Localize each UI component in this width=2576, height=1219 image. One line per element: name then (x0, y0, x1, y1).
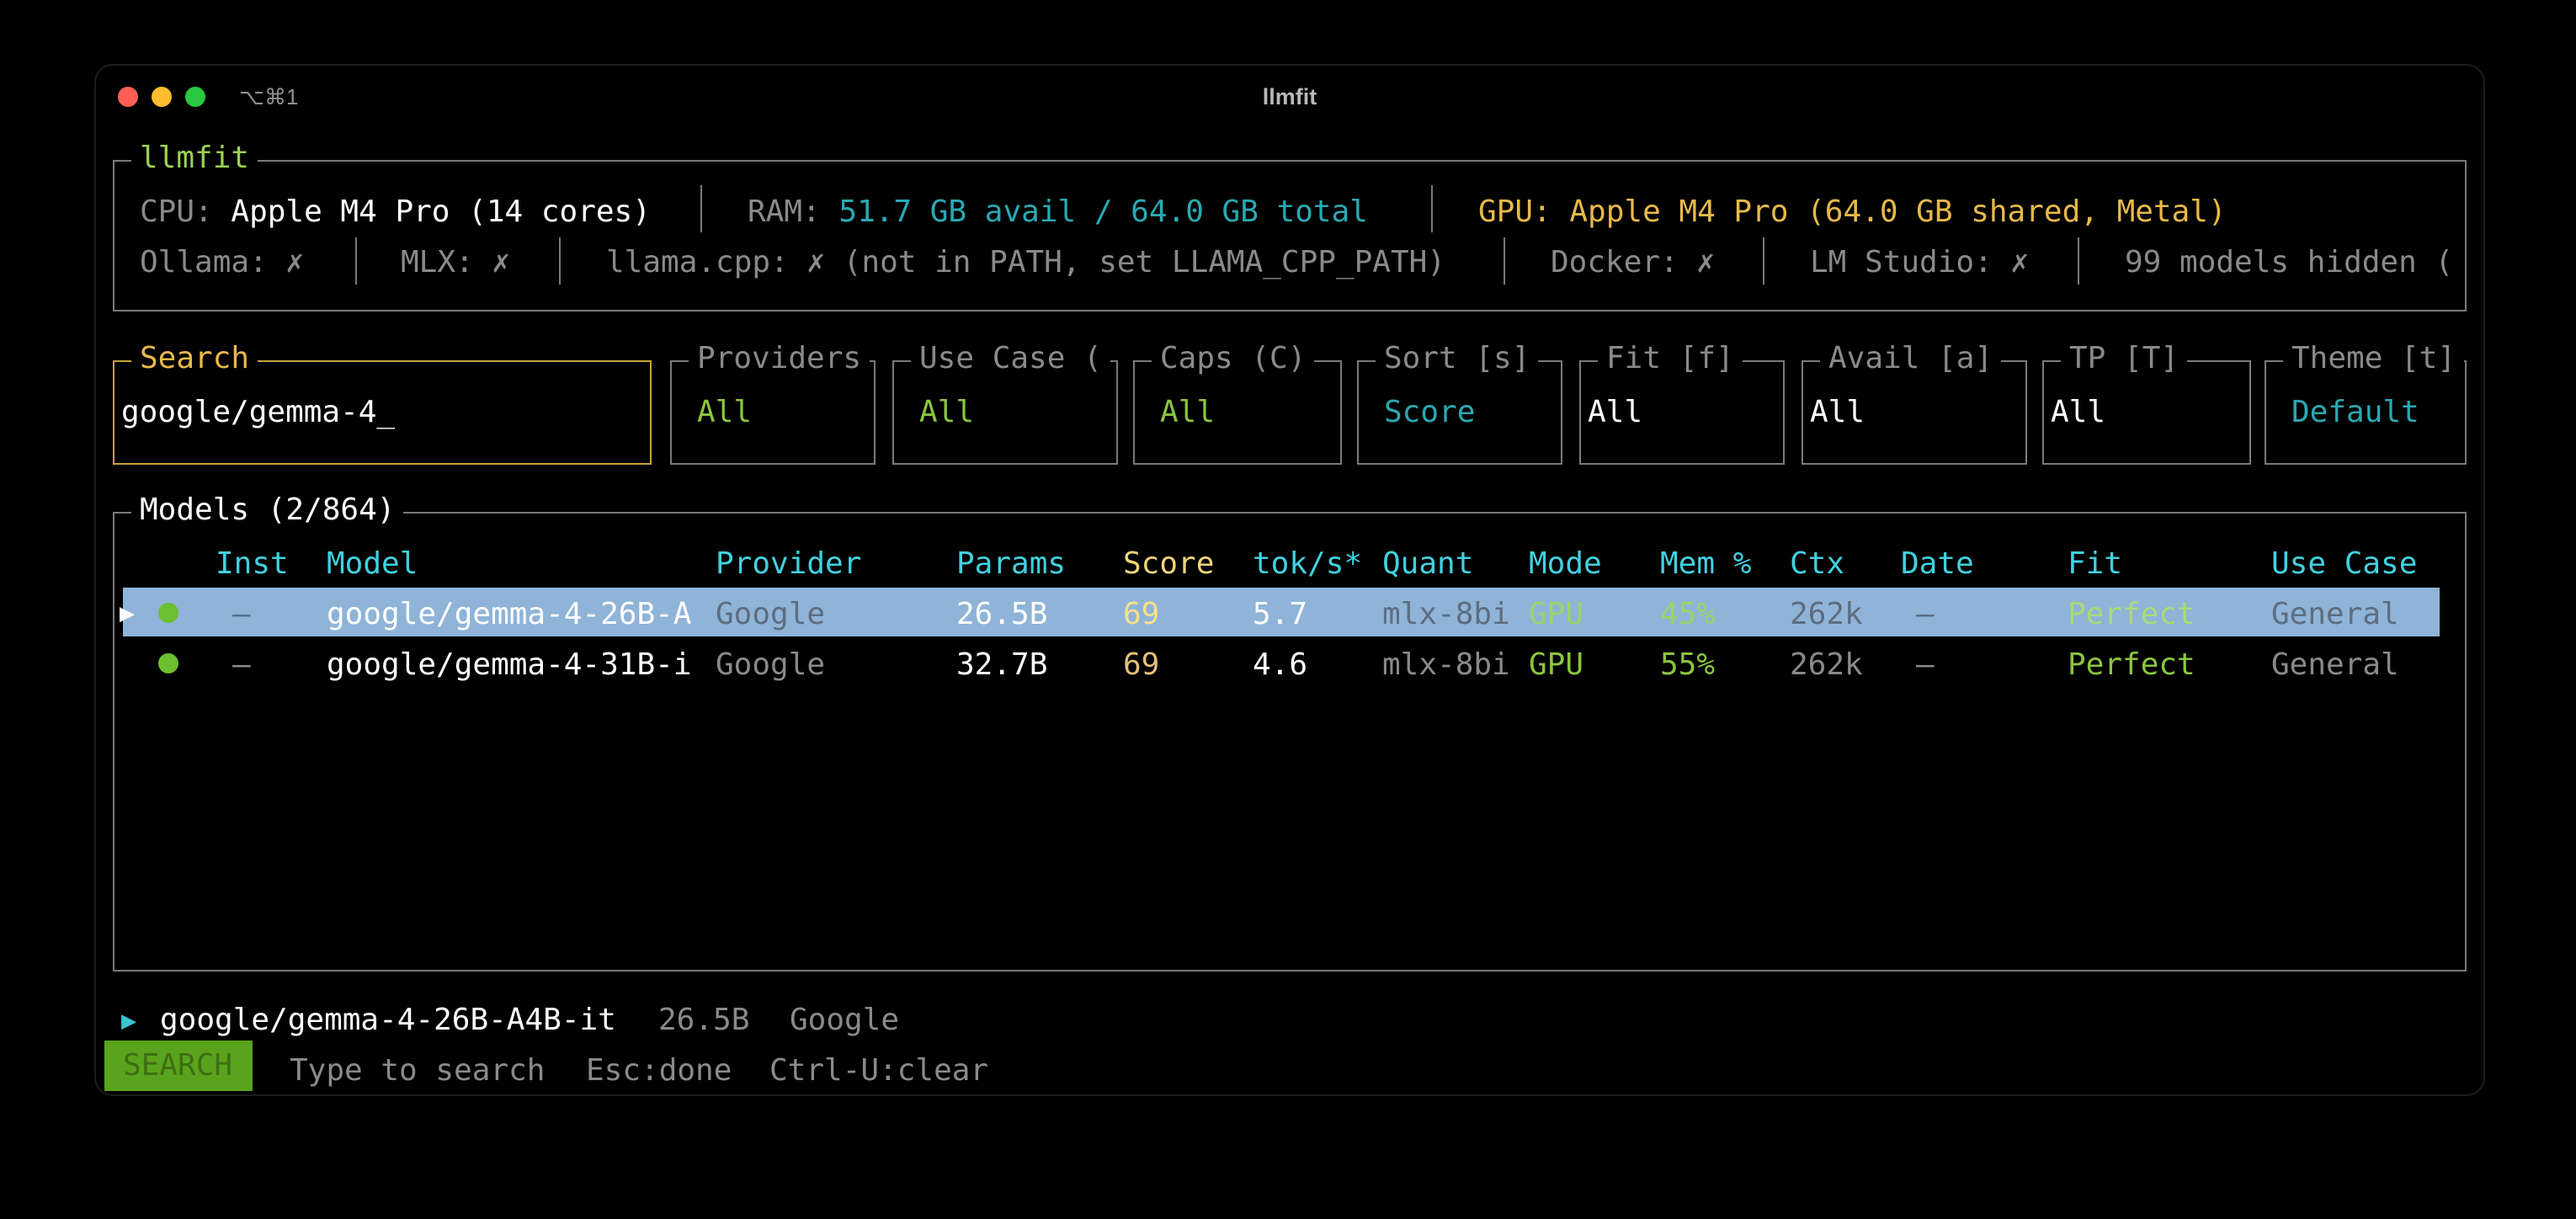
hint-esc-done: Esc:done (586, 1053, 732, 1088)
cell-provider: Google (716, 647, 826, 682)
filter-sort-label: Sort [s] (1376, 343, 1539, 374)
col-header-mode[interactable]: Mode (1529, 549, 1602, 579)
cell-params: 26.5B (956, 597, 1048, 631)
col-header-toks[interactable]: tok/s* (1253, 549, 1362, 579)
col-header-ctx[interactable]: Ctx (1790, 549, 1844, 579)
cell-fit: Perfect (2068, 647, 2195, 682)
filter-fit-value: All (1588, 395, 1643, 429)
cpu-label: CPU: (140, 194, 213, 229)
filter-providers[interactable]: Providers All (670, 343, 876, 465)
cell-toks: 4.6 (1253, 647, 1308, 682)
cell-mem: 45% (1660, 597, 1716, 631)
ram-value: 51.7 GB avail / 64.0 GB total (838, 194, 1368, 229)
cell-fit: Perfect (2068, 597, 2195, 631)
cell-score: 69 (1123, 597, 1160, 631)
cell-score: 69 (1123, 647, 1160, 682)
filter-tp[interactable]: TP [T] All (2042, 343, 2251, 465)
ram-label: RAM: (748, 194, 821, 229)
cell-provider: Google (716, 597, 826, 631)
col-header-provider[interactable]: Provider (716, 549, 861, 579)
filter-avail[interactable]: Avail [a] All (1802, 343, 2027, 465)
cell-use-case: General (2271, 597, 2399, 631)
cpu-info: CPU: Apple M4 Pro (14 cores) (140, 197, 651, 227)
filter-caps[interactable]: Caps (C) All (1133, 343, 1342, 465)
col-header-fit[interactable]: Fit (2068, 549, 2122, 579)
backend-ollama: Ollama: ✗ (140, 245, 305, 279)
cell-params: 32.7B (956, 647, 1048, 682)
row-pointer-icon: ▶ (120, 599, 136, 628)
filter-fit[interactable]: Fit [f] All (1579, 343, 1785, 465)
cell-model: google/gemma-4-26B-A (327, 597, 692, 631)
cell-model[interactable]: google/gemma-4-31B-i (327, 650, 691, 680)
col-header-model[interactable]: Model (327, 549, 418, 579)
col-header-score[interactable]: Score (1123, 549, 1214, 579)
filter-use-case[interactable]: Use Case ( All (892, 343, 1118, 465)
cell-mode: GPU (1529, 647, 1584, 682)
status-dot-icon (158, 653, 178, 673)
hidden-models-count: 99 models hidden ( (2125, 245, 2454, 279)
cell-use-case: General (2271, 647, 2399, 682)
window-title: llmfit (1262, 84, 1317, 109)
backend-lmstudio: LM Studio: ✗ (1810, 245, 2030, 279)
filter-theme-label: Theme [t] (2283, 343, 2465, 374)
hint-type-to-search: Type to search (290, 1053, 546, 1088)
backend-llamacpp: llama.cpp: ✗ (not in PATH, set LLAMA_CPP… (606, 245, 1445, 279)
col-header-mem[interactable]: Mem % (1660, 549, 1751, 579)
filter-theme-value: Default (2291, 395, 2419, 429)
filter-caps-value: All (1160, 395, 1216, 429)
gpu-info: GPU: Apple M4 Pro (64.0 GB shared, Metal… (1478, 194, 2227, 229)
cpu-value: Apple M4 Pro (14 cores) (231, 194, 651, 229)
filter-fit-label: Fit [f] (1598, 343, 1743, 374)
cell-toks: 5.7 (1253, 597, 1308, 631)
filter-caps-label: Caps (C) (1152, 343, 1315, 374)
backend-mlx: MLX: ✗ (401, 245, 511, 279)
col-header-use-case[interactable]: Use Case (2271, 549, 2417, 579)
mode-badge: SEARCH (104, 1041, 253, 1091)
backend-docker: Docker: ✗ (1551, 245, 1716, 279)
search-input[interactable]: google/gemma-4_ (121, 397, 395, 428)
filter-sort[interactable]: Sort [s] Score (1357, 343, 1562, 465)
cell-date: – (1916, 597, 1935, 631)
col-header-date[interactable]: Date (1901, 549, 1974, 579)
filter-tp-label: TP [T] (2061, 343, 2188, 374)
cell-quant: mlx-8bi (1382, 597, 1510, 631)
cell-mode: GPU (1529, 597, 1584, 631)
filter-avail-label: Avail [a] (1820, 343, 2002, 374)
detail-params: 26.5B (658, 1003, 750, 1037)
status-dot-icon (158, 603, 178, 623)
cell-date: – (1916, 647, 1935, 682)
cell-mem: 55% (1660, 647, 1716, 682)
filter-providers-label: Providers (689, 343, 870, 374)
hint-ctrl-u-clear: Ctrl-U:clear (769, 1053, 989, 1088)
mode-badge-label: SEARCH (123, 1048, 233, 1083)
filter-theme[interactable]: Theme [t] Default (2265, 343, 2467, 465)
col-header-inst[interactable]: Inst (216, 549, 289, 579)
col-header-quant[interactable]: Quant (1382, 549, 1473, 579)
system-panel-title: llmfit (131, 143, 258, 173)
models-panel-title: Models (2/864) (131, 495, 404, 525)
ram-info: RAM: 51.7 GB avail / 64.0 GB total (748, 197, 1368, 227)
filter-use-case-value: All (919, 395, 975, 429)
filter-providers-value: All (697, 395, 753, 429)
cell-ctx: 262k (1790, 597, 1863, 631)
filter-avail-value: All (1810, 395, 1865, 429)
models-panel: Models (2/864) Inst Model Provider Param… (113, 495, 2467, 971)
filter-tp-value: All (2051, 395, 2106, 429)
detail-model-name: google/gemma-4-26B-A4B-it (160, 1003, 616, 1037)
filter-sort-value: Score (1384, 395, 1476, 429)
cell-inst: – (232, 647, 251, 682)
cell-ctx: 262k (1790, 647, 1863, 682)
col-header-params[interactable]: Params (956, 549, 1066, 579)
search-box[interactable]: Search google/gemma-4_ (113, 343, 652, 465)
cell-quant: mlx-8bi (1382, 647, 1510, 682)
cell-inst: – (232, 597, 251, 631)
filter-use-case-label: Use Case ( (911, 343, 1110, 374)
search-label: Search (131, 343, 258, 374)
system-panel: llmfit CPU: Apple M4 Pro (14 cores) RAM:… (113, 143, 2467, 311)
detail-pointer-icon: ▶ (121, 1006, 137, 1035)
terminal-window: ⌥⌘1 llmfit llmfit CPU: Apple M4 Pro (14 … (94, 64, 2485, 1096)
detail-provider: Google (790, 1003, 900, 1037)
